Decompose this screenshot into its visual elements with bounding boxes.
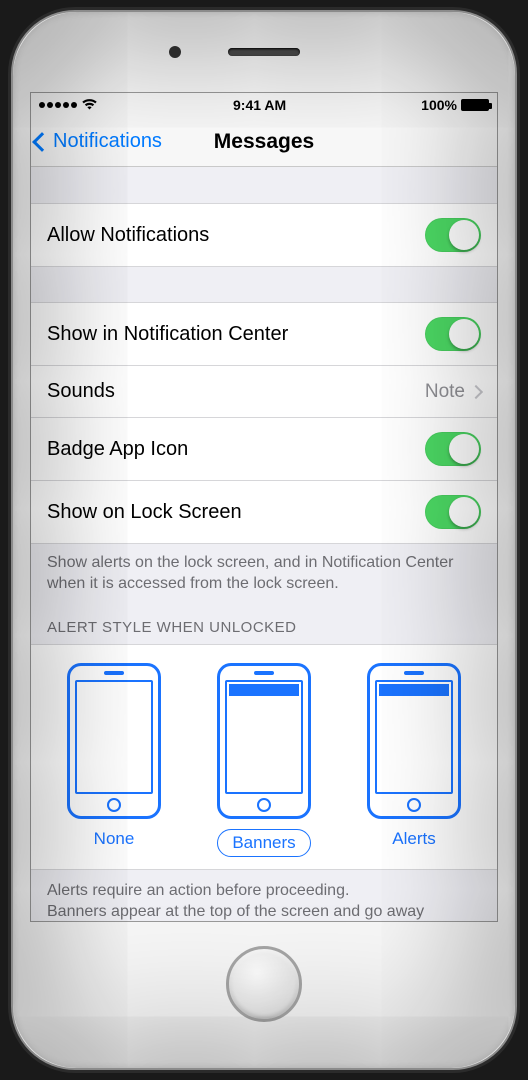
navigation-bar: Notifications Messages (31, 117, 497, 167)
status-right: 100% (421, 97, 489, 113)
style-label: None (94, 829, 135, 849)
show-in-nc-toggle[interactable] (425, 317, 481, 351)
alert-style-none[interactable]: None (67, 663, 161, 857)
cell-signal-icon (39, 102, 77, 108)
status-time: 9:41 AM (233, 97, 286, 113)
alert-style-alerts[interactable]: Alerts (367, 663, 461, 857)
iphone-frame: 9:41 AM 100% Notifications Messages Allo… (11, 10, 517, 1070)
front-camera (169, 46, 181, 58)
wifi-icon (81, 97, 98, 113)
show-on-lock-row[interactable]: Show on Lock Screen (31, 480, 497, 544)
battery-percentage: 100% (421, 97, 457, 113)
badge-app-icon-row[interactable]: Badge App Icon (31, 417, 497, 481)
back-label: Notifications (53, 130, 162, 153)
allow-notifications-toggle[interactable] (425, 218, 481, 252)
status-bar: 9:41 AM 100% (31, 93, 497, 117)
scroll-content[interactable]: Allow Notifications Show in Notification… (31, 167, 497, 921)
status-left (39, 97, 98, 113)
device-screen: 9:41 AM 100% Notifications Messages Allo… (30, 92, 498, 922)
row-label: Show on Lock Screen (47, 501, 242, 524)
home-button[interactable] (226, 946, 302, 1022)
sounds-value: Note (425, 381, 465, 403)
alert-style-footer: Alerts require an action before proceedi… (31, 870, 497, 921)
row-label: Allow Notifications (47, 224, 209, 247)
allow-notifications-row[interactable]: Allow Notifications (31, 203, 497, 267)
phone-preview-banners-icon (217, 663, 311, 819)
phone-preview-alerts-icon (367, 663, 461, 819)
phone-preview-none-icon (67, 663, 161, 819)
alert-style-selector: None Banners Alerts (31, 644, 497, 870)
show-on-lock-toggle[interactable] (425, 495, 481, 529)
alert-style-header: ALERT STYLE WHEN UNLOCKED (31, 595, 497, 644)
row-label: Show in Notification Center (47, 323, 288, 346)
style-label: Alerts (392, 829, 435, 849)
battery-icon (461, 99, 489, 111)
earpiece-speaker (228, 48, 300, 56)
section-footer-text: Show alerts on the lock screen, and in N… (31, 543, 497, 595)
chevron-right-icon (469, 384, 483, 398)
chevron-left-icon (32, 132, 52, 152)
alert-style-banners[interactable]: Banners (217, 663, 311, 857)
style-label-selected: Banners (217, 829, 310, 857)
row-label: Badge App Icon (47, 438, 188, 461)
sounds-row[interactable]: Sounds Note (31, 365, 497, 418)
badge-app-icon-toggle[interactable] (425, 432, 481, 466)
show-in-nc-row[interactable]: Show in Notification Center (31, 302, 497, 366)
back-button[interactable]: Notifications (31, 130, 162, 153)
row-label: Sounds (47, 380, 115, 403)
